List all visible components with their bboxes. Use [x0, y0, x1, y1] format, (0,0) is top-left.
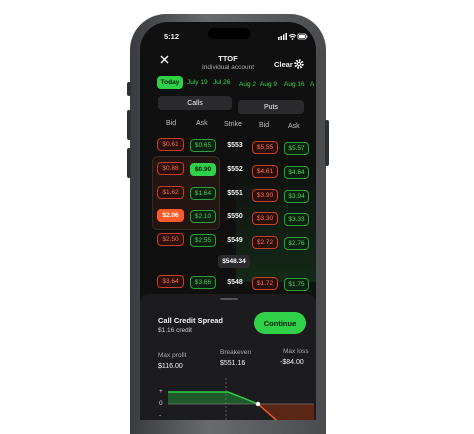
put-ask-cell[interactable]: $1.75: [284, 278, 309, 291]
put-ask-cell[interactable]: $4.64: [284, 166, 309, 179]
strike-cell: $552: [227, 166, 243, 173]
tab-calls[interactable]: Calls: [158, 96, 232, 110]
put-ask-cell[interactable]: $3.33: [284, 213, 309, 226]
strike-cell: $549: [227, 237, 243, 244]
column-strike: Strike: [224, 121, 242, 128]
strike-cell: $553: [227, 142, 243, 149]
put-bid-cell[interactable]: $4.61: [252, 165, 278, 178]
call-ask-cell-selected[interactable]: $0.90: [190, 163, 216, 176]
put-ask-cell[interactable]: $2.76: [284, 237, 309, 250]
status-icons: [278, 33, 308, 40]
column-put-bid: Bid: [259, 122, 270, 129]
breakeven-label: Breakeven: [220, 349, 252, 356]
call-ask-cell[interactable]: $2.10: [190, 210, 216, 223]
max-profit-label: Max profit: [158, 352, 187, 359]
date-chip[interactable]: Jul 26: [213, 79, 230, 86]
phone-screen: 5:12 TTOF Individual account Clear Today…: [140, 22, 316, 420]
put-bid-cell[interactable]: $1.72: [252, 277, 278, 290]
breakeven-value: $551.16: [220, 360, 246, 367]
payoff-axis-plus: +: [159, 388, 163, 395]
call-ask-cell[interactable]: $0.65: [190, 139, 216, 152]
status-time: 5:12: [164, 32, 180, 41]
dynamic-island: [208, 28, 250, 39]
signal-icon: [278, 33, 287, 40]
call-bid-cell[interactable]: $0.61: [157, 138, 184, 151]
call-bid-cell[interactable]: $3.64: [157, 275, 184, 288]
strike-cell: $551: [227, 190, 243, 197]
power-button: [325, 120, 329, 166]
gear-icon[interactable]: [294, 59, 304, 69]
column-call-ask: Ask: [196, 120, 208, 127]
date-chip[interactable]: July 19: [187, 79, 208, 86]
breakeven-point: [255, 401, 261, 407]
payoff-chart: [168, 378, 314, 420]
date-chip[interactable]: Aug 16: [284, 81, 305, 88]
max-loss-label: Max loss: [283, 348, 309, 355]
date-chip[interactable]: Aug 2: [239, 81, 256, 88]
put-bid-cell[interactable]: $3.90: [252, 189, 278, 202]
call-bid-cell-selected[interactable]: $2.06: [157, 209, 184, 222]
call-bid-cell[interactable]: $0.88: [157, 162, 184, 175]
strategy-credit: $1.16 credit: [158, 327, 192, 334]
volume-down-button: [127, 148, 131, 178]
date-chip[interactable]: Aug 9: [260, 81, 277, 88]
put-bid-cell[interactable]: $3.30: [252, 212, 278, 225]
call-bid-cell[interactable]: $1.62: [157, 186, 184, 199]
battery-icon: [297, 33, 308, 40]
put-bid-cell[interactable]: $2.72: [252, 236, 278, 249]
call-ask-cell[interactable]: $2.55: [190, 234, 216, 247]
put-ask-cell[interactable]: $5.57: [284, 142, 309, 155]
clear-button[interactable]: Clear: [274, 60, 293, 69]
strike-cell: $548: [227, 279, 243, 286]
continue-button[interactable]: Continue: [254, 312, 306, 334]
call-ask-cell[interactable]: $3.66: [190, 276, 216, 289]
call-ask-cell[interactable]: $1.64: [190, 187, 216, 200]
call-bid-cell[interactable]: $2.50: [157, 233, 184, 246]
max-loss-value: -$84.00: [280, 359, 304, 366]
max-profit-value: $116.00: [158, 363, 183, 370]
put-bid-cell[interactable]: $5.55: [252, 141, 278, 154]
strike-cell: $550: [227, 213, 243, 220]
payoff-axis-minus: -: [159, 412, 162, 419]
column-call-bid: Bid: [166, 120, 177, 127]
date-chip-today[interactable]: Today: [157, 76, 183, 89]
wifi-icon: [288, 34, 297, 38]
current-price-marker: $548.34: [218, 255, 250, 268]
date-chip[interactable]: A: [310, 81, 314, 88]
payoff-axis-zero: 0: [159, 400, 163, 407]
tab-puts[interactable]: Puts: [238, 100, 304, 114]
column-put-ask: Ask: [288, 123, 300, 130]
strategy-title: Call Credit Spread: [158, 316, 224, 325]
put-ask-cell[interactable]: $3.94: [284, 190, 309, 203]
silent-switch: [127, 82, 131, 96]
volume-up-button: [127, 110, 131, 140]
sheet-grabber[interactable]: [220, 298, 238, 300]
